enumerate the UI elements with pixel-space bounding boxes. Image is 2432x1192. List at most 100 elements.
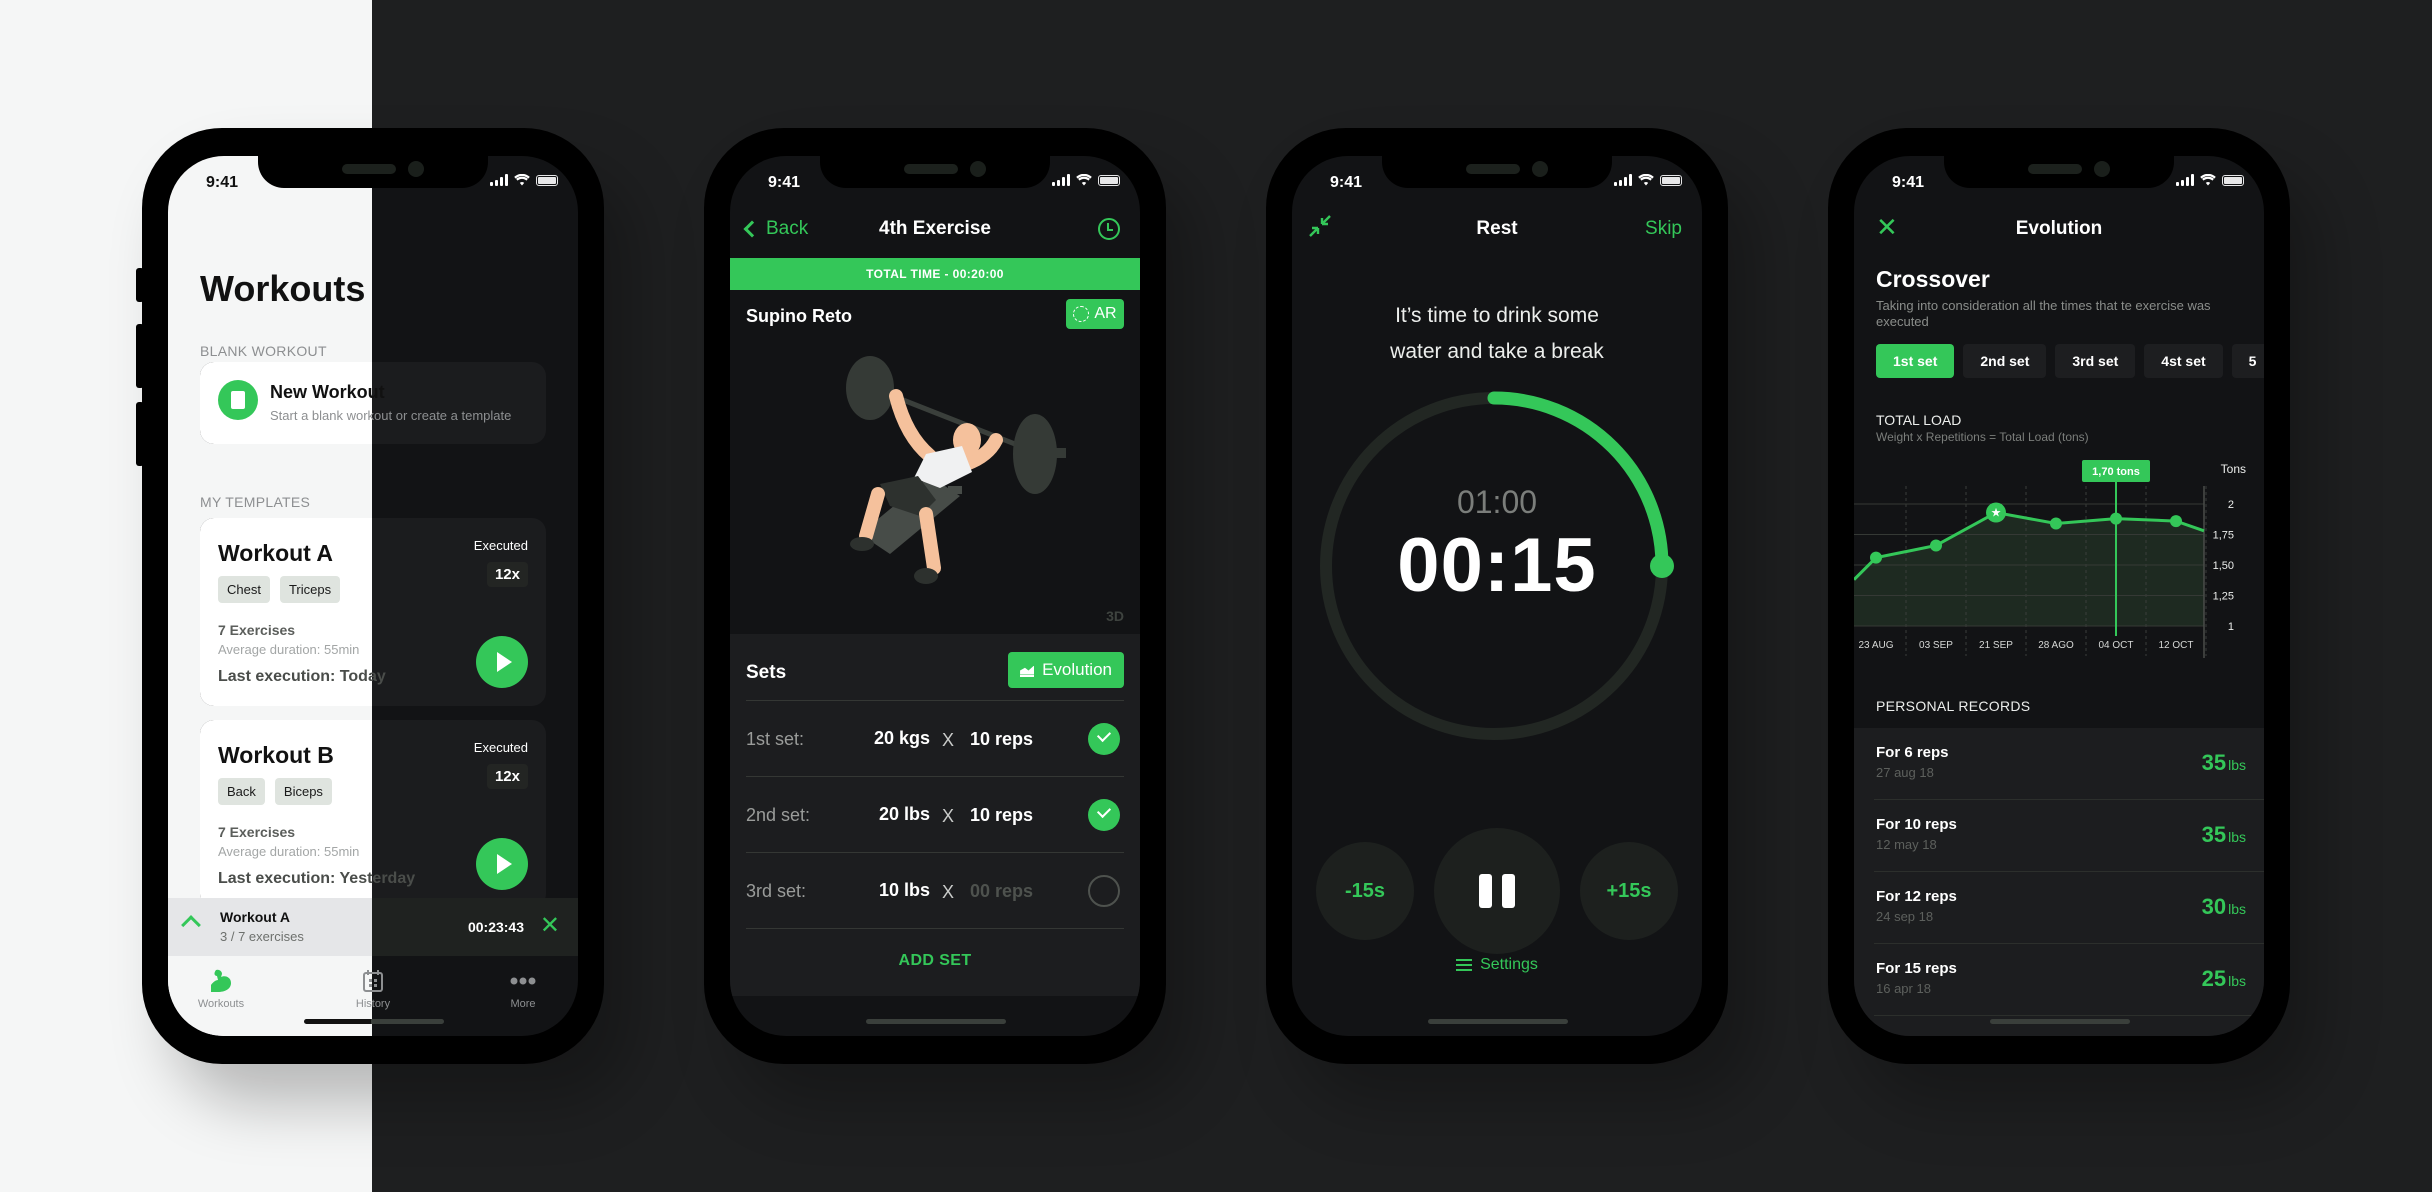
new-document-icon <box>218 380 258 420</box>
data-point <box>2170 515 2182 528</box>
screen: 9:41 Workouts BLANK WORKOUT New Workout … <box>168 156 578 1036</box>
status-time: 9:41 <box>1892 174 1925 191</box>
set-weight[interactable]: 20 kgs <box>860 728 930 749</box>
set-tab[interactable]: 1st set <box>1876 344 1955 378</box>
executed-count: 12x <box>486 764 528 789</box>
skip-button[interactable]: Skip <box>1645 218 1682 240</box>
x-tick-label: 28 AGO <box>2038 640 2074 651</box>
empty-circle-icon[interactable] <box>1088 875 1120 907</box>
evolution-button[interactable]: Evolution <box>1008 652 1124 688</box>
wifi-icon <box>514 174 530 186</box>
settings-button[interactable]: Settings <box>1292 956 1702 974</box>
ar-button[interactable]: AR <box>1066 299 1124 329</box>
play-button[interactable] <box>476 636 528 688</box>
tab-history[interactable]: History <box>328 968 418 1010</box>
checkmark-icon[interactable] <box>1088 799 1120 831</box>
set-row[interactable]: 2nd set: 20 lbs X 10 reps <box>746 776 1124 852</box>
mini-player-progress: 3 / 7 exercises <box>220 929 304 944</box>
checkmark-icon[interactable] <box>1088 723 1120 755</box>
record-row[interactable]: For 6 reps 27 aug 18 35 lbs <box>1874 728 2264 800</box>
close-icon[interactable]: ✕ <box>540 914 560 938</box>
new-workout-card[interactable]: New Workout Start a blank workout or cre… <box>200 362 546 444</box>
play-button[interactable] <box>476 838 528 890</box>
template-card[interactable]: Workout A Chest Triceps 7 Exercises Aver… <box>200 518 546 706</box>
set-weight[interactable]: 20 lbs <box>860 804 930 825</box>
record-row[interactable]: For 12 reps 24 sep 18 30 lbs <box>1874 872 2264 944</box>
set-tab[interactable]: 3rd set <box>2055 344 2136 378</box>
status-time: 9:41 <box>1330 174 1363 191</box>
pause-button[interactable] <box>1434 828 1560 954</box>
ar-cube-icon <box>1073 306 1090 322</box>
section-label-templates: MY TEMPLATES <box>200 494 311 510</box>
sets-panel: Sets Evolution 1st set: 20 kgs X 10 reps… <box>730 634 1140 996</box>
total-load-chart[interactable]: 1 1,25 1,50 1,75 2 Tons 1,70 tons 23 AUG 03 SEP ★… <box>1854 456 2264 666</box>
phone-evolution: 9:41 ✕ Evolution Crossover Taking into c… <box>1828 128 2290 1064</box>
add-set-button[interactable]: ADD SET <box>730 952 1140 970</box>
sliders-icon <box>1456 959 1473 971</box>
record-title: For 10 reps <box>1876 816 1957 833</box>
total-time-banner: TOTAL TIME - 00:20:00 <box>730 258 1140 290</box>
executed-label: Executed <box>473 740 528 755</box>
personal-records-header: PERSONAL RECORDS <box>1876 698 2031 714</box>
muscle-tag: Back <box>218 778 265 805</box>
tab-workouts[interactable]: Workouts <box>176 968 266 1010</box>
x-tick-label: 12 OCT <box>2158 640 2193 651</box>
wifi-icon <box>2200 174 2216 186</box>
status-time: 9:41 <box>768 174 801 191</box>
total-load-title: TOTAL LOAD <box>1876 412 1962 428</box>
template-card[interactable]: Workout B Back Biceps 7 Exercises Averag… <box>200 720 546 908</box>
divider <box>746 928 1124 929</box>
rest-message: It’s time to drink some water and take a… <box>1390 304 1604 363</box>
biceps-icon <box>176 968 266 994</box>
more-dots-icon <box>478 968 568 994</box>
set-row[interactable]: 3rd set: 10 lbs X 00 reps <box>746 852 1124 928</box>
timer-button[interactable] <box>1098 218 1120 240</box>
record-row[interactable]: For 10 reps 12 may 18 35 lbs <box>1874 800 2264 872</box>
set-reps[interactable]: 10 reps <box>970 729 1033 750</box>
template-name: Workout B <box>218 742 334 768</box>
exercise-name: Supino Reto <box>746 306 852 326</box>
set-reps[interactable]: 10 reps <box>970 805 1033 826</box>
x-tick-label: 03 SEP <box>1919 640 1953 651</box>
record-row[interactable]: For 15 reps 16 apr 18 25 lbs <box>1874 944 2264 1016</box>
screen: 9:41 ✕ Evolution Crossover Taking into c… <box>1854 156 2264 1036</box>
new-workout-subtitle: Start a blank workout or create a templa… <box>270 408 512 423</box>
set-reps[interactable]: 00 reps <box>970 881 1033 902</box>
sets-title: Sets <box>746 662 787 683</box>
mute-switch <box>136 268 144 302</box>
data-point <box>2110 512 2122 525</box>
record-date: 24 sep 18 <box>1876 909 1934 924</box>
set-weight[interactable]: 10 lbs <box>860 880 930 901</box>
3d-view-icon[interactable]: 3D <box>1106 608 1124 624</box>
y-tick-label: 1,50 <box>2213 560 2234 572</box>
record-date: 12 may 18 <box>1876 837 1937 852</box>
volume-up-button <box>136 324 144 388</box>
set-tab[interactable]: 4st set <box>2144 344 2223 378</box>
minus-15s-button[interactable]: -15s <box>1316 842 1414 940</box>
star-icon: ★ <box>1991 506 2002 520</box>
record-value: 25 lbs <box>2201 966 2246 991</box>
chart-icon <box>1020 664 1035 677</box>
set-label: 3rd set: <box>746 881 807 901</box>
average-duration: Average duration: 55min <box>218 642 360 657</box>
set-label: 1st set: <box>746 729 805 749</box>
wifi-icon <box>1076 174 1092 186</box>
tab-more[interactable]: More <box>478 968 568 1010</box>
plus-15s-button[interactable]: +15s <box>1580 842 1678 940</box>
battery-icon <box>1660 174 1682 186</box>
mini-player[interactable]: Workout A 3 / 7 exercises 00:23:43 ✕ <box>168 898 578 956</box>
home-indicator <box>866 1019 1006 1024</box>
x-tick-label: 04 OCT <box>2098 640 2133 651</box>
phone-exercise: 9:41 Back 4th Exercise TOTAL TIME - 00:2… <box>704 128 1166 1064</box>
record-title: For 6 reps <box>1876 744 1949 761</box>
set-tab[interactable]: 2nd set <box>1963 344 2047 378</box>
page-title: 4th Exercise <box>879 218 991 239</box>
set-row[interactable]: 1st set: 20 kgs X 10 reps <box>746 700 1124 776</box>
times-sign: X <box>942 806 955 826</box>
executed-count: 12x <box>486 562 528 587</box>
phone-workouts: 9:41 Workouts BLANK WORKOUT New Workout … <box>136 128 604 1064</box>
record-value: 35 lbs <box>2201 750 2246 775</box>
set-tab[interactable]: 5 <box>2231 344 2264 378</box>
times-sign: X <box>942 882 955 902</box>
home-indicator <box>304 1019 444 1024</box>
